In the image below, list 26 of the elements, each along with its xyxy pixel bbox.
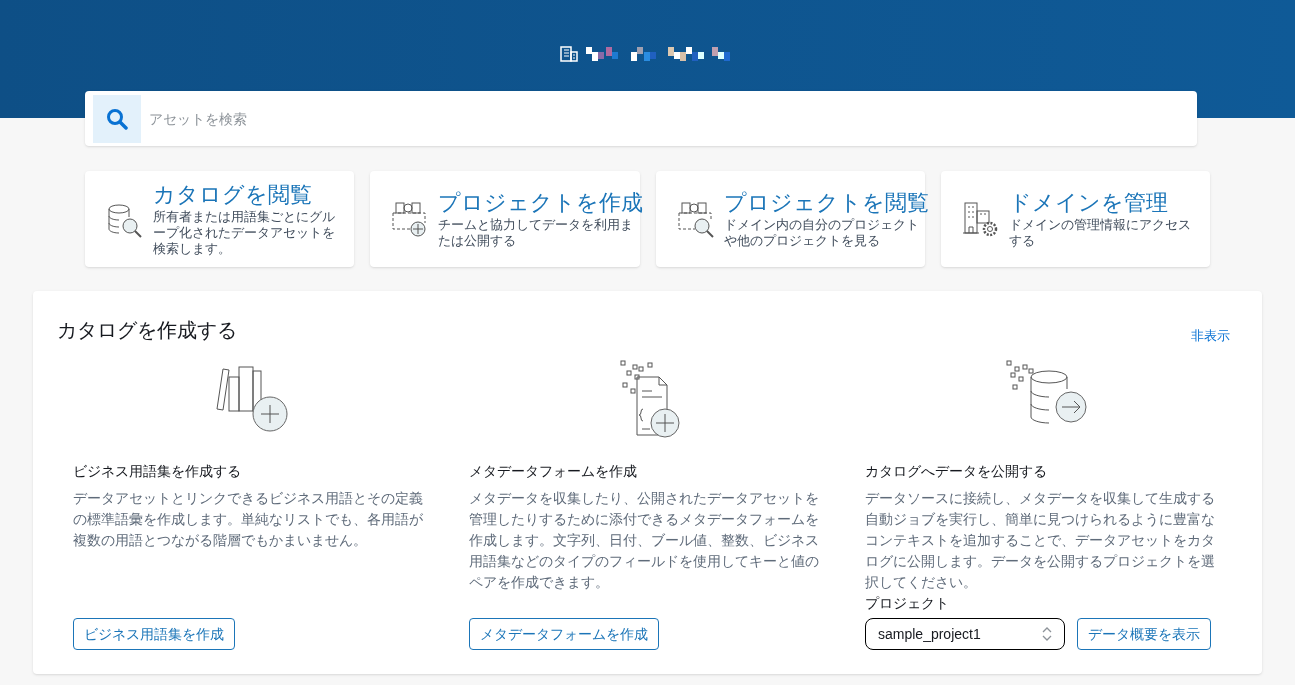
hide-link[interactable]: 非表示 [1191,325,1230,345]
column-description: データソースに接続し、メタデータを収集して生成する自動ジョブを実行し、簡単に見つけられるように豊富なコンテキストを追加することで、データアセットをカタログに公開します。データを公開するプロジェクトを選択してください。 [865,489,1216,592]
action-card[interactable]: ドメインを管理 ドメインの管理情報にアクセスする [940,171,1210,267]
column-heading: メタデータフォームを作成 [469,462,638,481]
select-label: プロジェクト [865,594,950,613]
action-title: ドメインを管理 [1008,189,1169,217]
column-description: メタデータを収集したり、公開されたデータアセットを管理したりするために添付できるメタデータフォームを作成します。文字列、日付、ブール値、整数、ビジネス用語集などのタイプのフィールドを使用してキーと値のペアを作成できます。 [469,489,820,592]
action-card[interactable]: プロジェクトを作成 チームと協力してデータを利用または公開する [370,171,640,267]
action-button[interactable]: ビジネス用語集を作成 [73,618,235,650]
team-search-icon [675,199,716,239]
building-icon [559,46,578,62]
action-button[interactable]: データ概要を表示 [1077,618,1211,650]
action-description: ドメインの管理情報にアクセスする [1008,217,1192,249]
action-card[interactable]: カタログを閲覧 所有者または用語集ごとにグループ化されたデータアセットを検索します。 [85,171,355,267]
action-description: 所有者または用語集ごとにグループ化されたデータアセットを検索します。 [153,209,336,257]
action-button[interactable]: メタデータフォームを作成 [469,618,659,650]
action-description: チームと協力してデータを利用または公開する [438,217,635,249]
column-heading: カタログへデータを公開する [865,462,1048,481]
action-title: カタログを閲覧 [153,181,313,209]
action-description: ドメイン内の自分のプロジェクトや他のプロジェクトを見る [723,217,920,249]
project-select[interactable]: sample_project1 [865,618,1065,650]
sort-caret-icon [1042,626,1052,642]
column-heading: ビジネス用語集を作成する [73,462,242,481]
search-icon [106,107,128,130]
panel-title: カタログを作成する [57,318,237,343]
column-description: データアセットとリンクできるビジネス用語とその定義の標準語彙を作成します。単純なリストでも、各用語が複数の用語とつながる階層でもかまいません。 [73,489,424,550]
